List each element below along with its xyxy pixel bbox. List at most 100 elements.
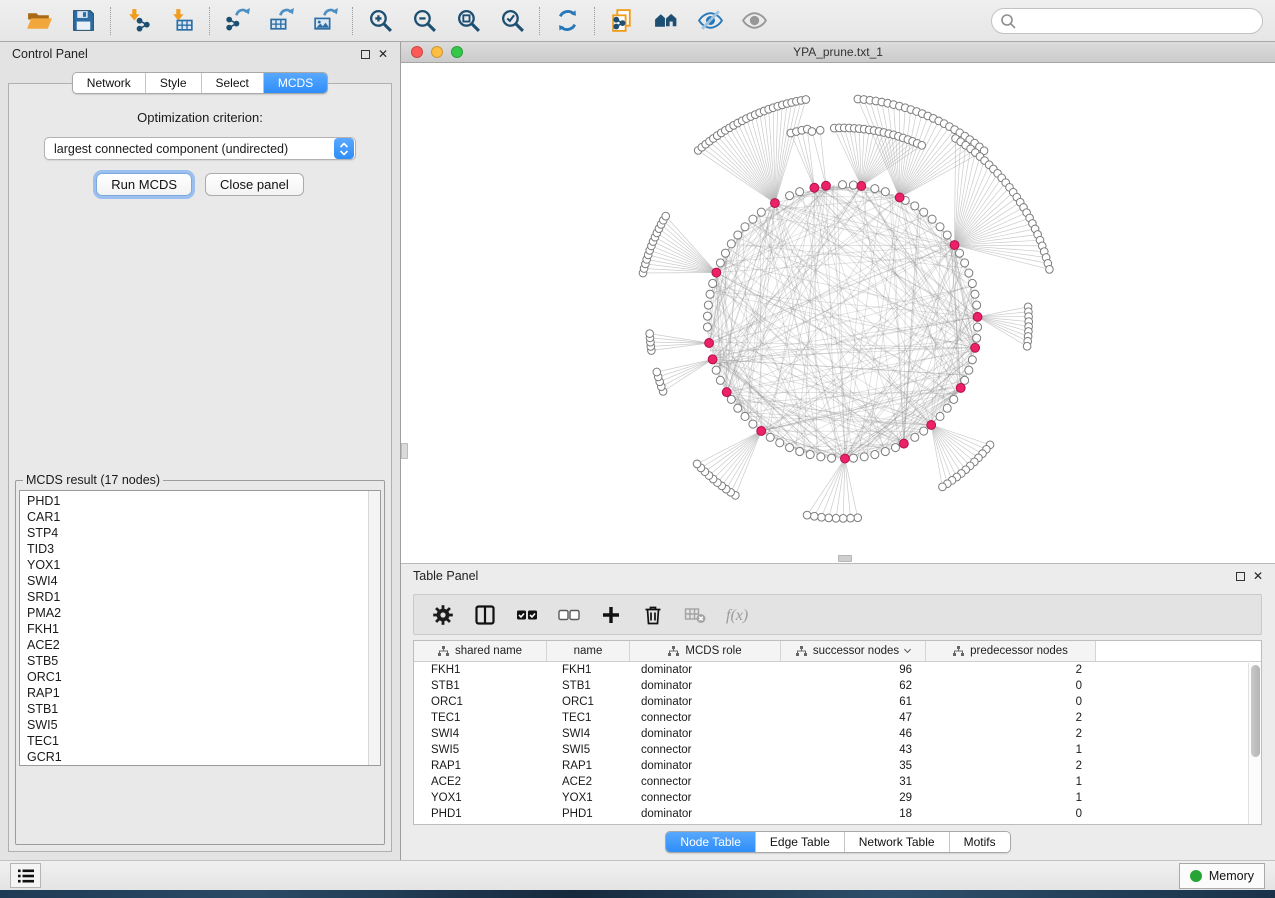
table-row[interactable]: SWI4 SWI4 dominator 46 2 — [414, 726, 1261, 742]
export-image-button[interactable] — [310, 6, 340, 36]
table-row[interactable]: PHD1 PHD1 dominator 18 0 — [414, 806, 1261, 822]
network-window-titlebar[interactable]: YPA_prune.txt_1 — [401, 42, 1275, 63]
close-panel-icon[interactable]: ✕ — [378, 48, 388, 60]
zoom-fit-button[interactable] — [453, 6, 483, 36]
column-header-MCDS-role[interactable]: MCDS role — [630, 641, 781, 662]
export-table-button[interactable] — [266, 6, 296, 36]
table-row[interactable]: SWI5 SWI5 connector 43 1 — [414, 742, 1261, 758]
select-chevrons-icon — [334, 138, 354, 159]
mcds-result-item[interactable]: STB1 — [27, 701, 380, 717]
new-network-from-selection-button[interactable] — [607, 6, 637, 36]
table-row[interactable]: ACE2 ACE2 connector 31 1 — [414, 774, 1261, 790]
save-session-button[interactable] — [68, 6, 98, 36]
hide-selected-button[interactable] — [695, 6, 725, 36]
column-header-predecessor-nodes[interactable]: predecessor nodes — [926, 641, 1096, 662]
column-type-icon — [438, 646, 449, 657]
table-row[interactable]: YOX1 YOX1 connector 29 1 — [414, 790, 1261, 806]
import-table-button[interactable] — [167, 6, 197, 36]
result-list-scrollbar[interactable] — [368, 491, 380, 765]
table-row[interactable]: RAP1 RAP1 dominator 35 2 — [414, 758, 1261, 774]
tab-network-table[interactable]: Network Table — [845, 832, 950, 852]
show-all-button[interactable] — [739, 6, 769, 36]
mcds-result-item[interactable]: PHD1 — [27, 493, 380, 509]
mcds-result-item[interactable]: RAP1 — [27, 685, 380, 701]
first-neighbors-button[interactable] — [651, 6, 681, 36]
memory-button[interactable]: Memory — [1179, 863, 1265, 889]
optimization-criterion-select[interactable]: largest connected component (undirected) — [44, 137, 356, 160]
tab-style[interactable]: Style — [146, 73, 202, 93]
mcds-result-item[interactable]: FKH1 — [27, 621, 380, 637]
tab-network[interactable]: Network — [73, 73, 146, 93]
mcds-result-item[interactable]: YOX1 — [27, 557, 380, 573]
panel-selector-button[interactable] — [10, 863, 41, 888]
table-row[interactable]: STB1 STB1 dominator 62 0 — [414, 678, 1261, 694]
table-row[interactable]: FKH1 FKH1 dominator 96 2 — [414, 662, 1261, 678]
tab-motifs[interactable]: Motifs — [950, 832, 1010, 852]
export-network-button[interactable] — [222, 6, 252, 36]
add-column-button[interactable] — [598, 602, 624, 628]
svg-text:f(x): f(x) — [726, 607, 748, 624]
open-session-button[interactable] — [24, 6, 54, 36]
search-input[interactable] — [1020, 14, 1254, 28]
horizontal-split-handle[interactable] — [838, 555, 852, 562]
unselect-all-columns-button[interactable] — [556, 602, 582, 628]
column-header-name[interactable]: name — [547, 641, 630, 662]
mcds-result-list[interactable]: PHD1CAR1STP4TID3YOX1SWI4SRD1PMA2FKH1ACE2… — [19, 490, 381, 766]
tab-select[interactable]: Select — [202, 73, 264, 93]
export-image-icon — [312, 7, 339, 34]
control-panel: Control Panel ✕ NetworkStyleSelectMCDS O… — [0, 42, 401, 860]
mcds-result-item[interactable]: SRD1 — [27, 589, 380, 605]
float-window-icon[interactable] — [361, 50, 370, 59]
mcds-result-item[interactable]: STB5 — [27, 653, 380, 669]
mcds-result-item[interactable]: PMA2 — [27, 605, 380, 621]
table-scrollbar-thumb[interactable] — [1251, 665, 1260, 757]
delete-column-button[interactable] — [640, 602, 666, 628]
import-network-button[interactable] — [123, 6, 153, 36]
update-network-button[interactable] — [552, 6, 582, 36]
mcds-result-item[interactable]: ACE2 — [27, 637, 380, 653]
desktop-background — [0, 890, 1275, 898]
close-panel-button[interactable]: Close panel — [205, 173, 304, 196]
tab-node-table[interactable]: Node Table — [666, 832, 756, 852]
search-box[interactable] — [991, 8, 1263, 34]
memory-label: Memory — [1209, 869, 1254, 883]
trash-icon — [641, 603, 665, 627]
zoom-out-button[interactable] — [409, 6, 439, 36]
run-mcds-button[interactable]: Run MCDS — [96, 173, 192, 196]
select-all-columns-button[interactable] — [514, 602, 540, 628]
import-network-icon — [125, 7, 152, 34]
mcds-result-item[interactable]: TEC1 — [27, 733, 380, 749]
selected-option: largest connected component (undirected) — [45, 142, 333, 156]
mcds-result-item[interactable]: SWI5 — [27, 717, 380, 733]
column-header-shared-name[interactable]: shared name — [414, 641, 547, 662]
zoom-selected-button[interactable] — [497, 6, 527, 36]
tab-edge-table[interactable]: Edge Table — [756, 832, 845, 852]
table-settings-button[interactable] — [430, 602, 456, 628]
search-icon — [1000, 13, 1016, 29]
mcds-result-item[interactable]: SWI4 — [27, 573, 380, 589]
fx-icon: f(x) — [725, 603, 749, 627]
table-close-panel-icon[interactable]: ✕ — [1253, 570, 1263, 582]
vertical-split-handle[interactable] — [401, 443, 408, 459]
mcds-result-item[interactable]: TID3 — [27, 541, 380, 557]
grid-x-icon — [683, 603, 707, 627]
hide-eye-icon — [697, 7, 724, 34]
import-table-icon — [169, 7, 196, 34]
zoom-in-button[interactable] — [365, 6, 395, 36]
plus-icon — [599, 603, 623, 627]
table-toolbar: f(x) — [413, 594, 1262, 635]
mcds-result-item[interactable]: CAR1 — [27, 509, 380, 525]
column-header-successor-nodes[interactable]: successor nodes — [781, 641, 926, 662]
table-row[interactable]: ORC1 ORC1 dominator 61 0 — [414, 694, 1261, 710]
table-scrollbar[interactable] — [1248, 663, 1261, 824]
tab-mcds[interactable]: MCDS — [264, 73, 327, 93]
mcds-result-item[interactable]: STP4 — [27, 525, 380, 541]
network-canvas[interactable] — [401, 63, 1275, 563]
mcds-result-item[interactable]: ORC1 — [27, 669, 380, 685]
show-columns-button[interactable] — [472, 602, 498, 628]
table-float-window-icon[interactable] — [1236, 572, 1245, 581]
network-view[interactable] — [401, 63, 1275, 563]
folder-open-icon — [26, 7, 53, 34]
table-row[interactable]: TEC1 TEC1 connector 47 2 — [414, 710, 1261, 726]
mcds-result-item[interactable]: GCR1 — [27, 749, 380, 765]
